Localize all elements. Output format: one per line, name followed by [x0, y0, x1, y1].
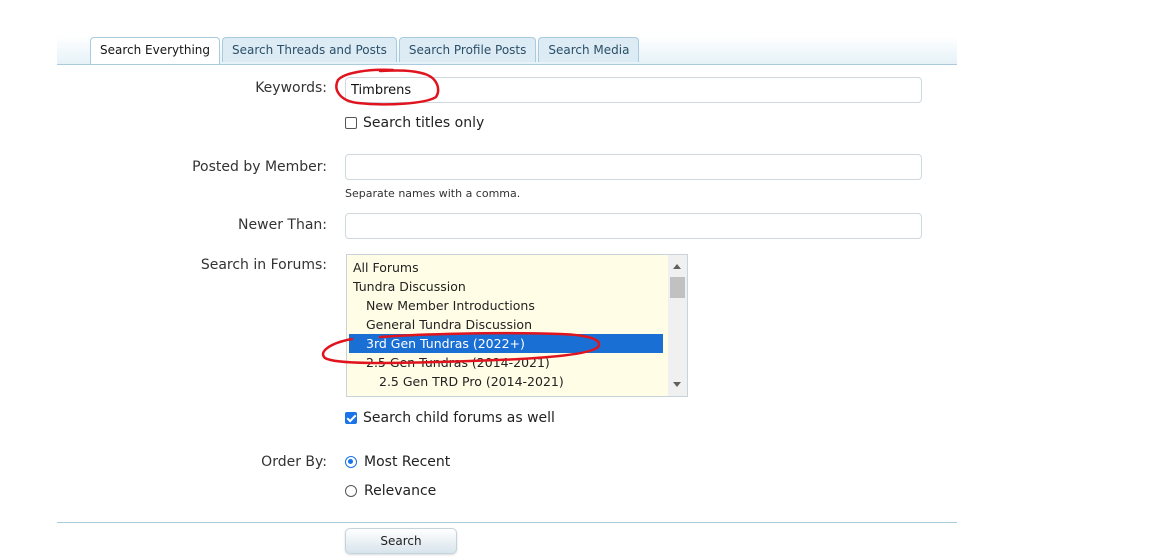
most-recent-radio[interactable]	[345, 456, 357, 468]
forum-option-general-tundra-discussion[interactable]: General Tundra Discussion	[349, 315, 663, 334]
form-divider	[57, 522, 957, 523]
relevance-label: Relevance	[364, 483, 437, 499]
forum-option-2-5-gen-trd-pro[interactable]: 2.5 Gen TRD Pro (2014-2021)	[349, 372, 663, 391]
posted-by-member-input[interactable]	[345, 154, 922, 180]
search-child-forums-option[interactable]: Search child forums as well	[345, 410, 555, 426]
search-button[interactable]: Search	[345, 528, 457, 554]
search-titles-only-option[interactable]: Search titles only	[345, 115, 484, 131]
search-tabs: Search Everything Search Threads and Pos…	[90, 37, 641, 64]
forum-option-all-forums[interactable]: All Forums	[349, 258, 663, 277]
tab-search-threads-and-posts[interactable]: Search Threads and Posts	[222, 37, 397, 62]
posted-by-member-hint: Separate names with a comma.	[345, 187, 521, 200]
search-titles-only-checkbox[interactable]	[345, 117, 357, 129]
keywords-input[interactable]	[345, 77, 922, 103]
search-child-forums-label: Search child forums as well	[363, 410, 555, 426]
order-by-label: Order By:	[261, 454, 327, 470]
tab-search-media[interactable]: Search Media	[538, 37, 640, 62]
posted-by-member-label: Posted by Member:	[192, 159, 327, 175]
scrollbar-thumb[interactable]	[670, 277, 685, 298]
forum-option-2-5-gen-tundras[interactable]: 2.5 Gen Tundras (2014-2021)	[349, 353, 663, 372]
scroll-up-arrow-icon[interactable]	[673, 264, 681, 269]
relevance-radio[interactable]	[345, 485, 357, 497]
keywords-label: Keywords:	[255, 80, 327, 96]
scroll-down-arrow-icon[interactable]	[673, 382, 681, 387]
search-titles-only-label: Search titles only	[363, 115, 485, 131]
newer-than-label: Newer Than:	[238, 217, 327, 233]
forum-option-tundra-discussion[interactable]: Tundra Discussion	[349, 277, 663, 296]
forums-listbox[interactable]: All Forums Tundra Discussion New Member …	[346, 254, 688, 397]
forum-option-3rd-gen-tundras[interactable]: 3rd Gen Tundras (2022+)	[349, 334, 663, 353]
tab-search-everything[interactable]: Search Everything	[90, 37, 221, 64]
order-relevance-option[interactable]: Relevance	[345, 483, 436, 499]
search-in-forums-label: Search in Forums:	[200, 257, 327, 273]
forums-listbox-scrollbar[interactable]	[668, 255, 687, 396]
forum-option-new-member-introductions[interactable]: New Member Introductions	[349, 296, 663, 315]
most-recent-label: Most Recent	[364, 454, 451, 470]
search-child-forums-checkbox[interactable]	[345, 412, 357, 424]
newer-than-input[interactable]	[345, 213, 922, 239]
tab-search-profile-posts[interactable]: Search Profile Posts	[398, 37, 537, 62]
order-most-recent-option[interactable]: Most Recent	[345, 454, 450, 470]
